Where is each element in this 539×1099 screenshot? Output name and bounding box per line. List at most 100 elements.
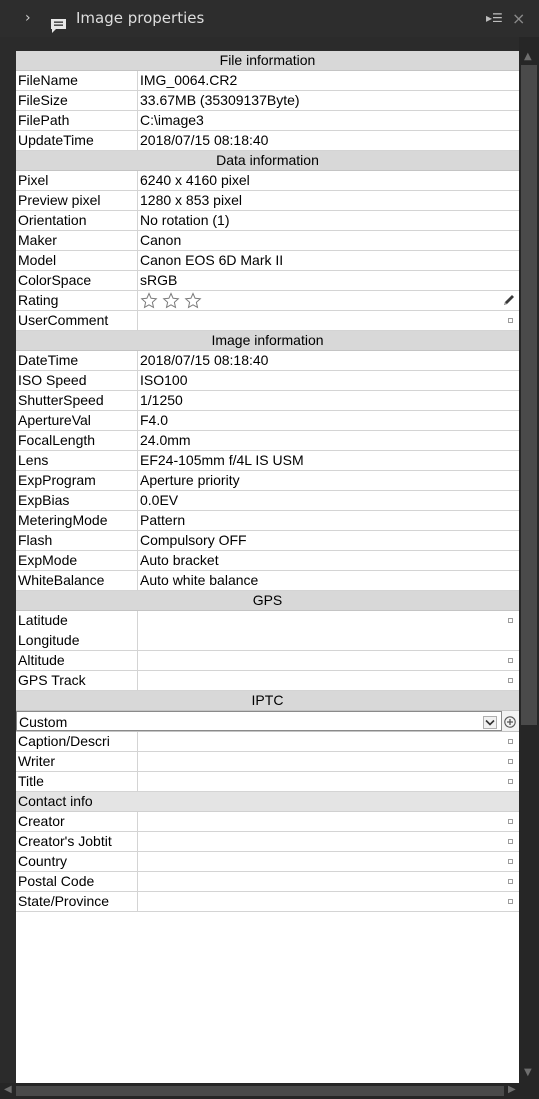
- property-label: Model: [18, 252, 57, 268]
- contact-info-heading[interactable]: Contact info: [16, 792, 519, 812]
- rating-stars[interactable]: [140, 292, 206, 310]
- property-label: ColorSpace: [18, 272, 92, 288]
- iptc-field-value[interactable]: [137, 732, 519, 751]
- property-label: ShutterSpeed: [18, 392, 104, 408]
- edit-field-icon[interactable]: [508, 899, 513, 904]
- section-file-information[interactable]: File information: [16, 51, 519, 71]
- property-label: ExpProgram: [18, 472, 96, 488]
- property-value: 33.67MB (35309137Byte): [137, 91, 519, 110]
- iptc-field-row: Postal Code: [16, 872, 519, 892]
- property-label: Maker: [18, 232, 57, 248]
- chevron-right-icon[interactable]: ›: [25, 0, 31, 37]
- iptc-field-value[interactable]: [137, 892, 519, 911]
- property-value: 2018/07/15 08:18:40: [137, 131, 519, 150]
- scroll-up-icon[interactable]: ▲: [524, 51, 532, 62]
- property-value: 1280 x 853 pixel: [137, 191, 519, 210]
- speech-bubble-icon: [50, 11, 67, 48]
- property-value: Compulsory OFF: [137, 531, 519, 550]
- property-value: 2018/07/15 08:18:40: [137, 351, 519, 370]
- iptc-field-value[interactable]: [137, 872, 519, 891]
- property-value: 1/1250: [137, 391, 519, 410]
- property-row: WhiteBalance Auto white balance: [16, 571, 519, 591]
- altitude-field[interactable]: [137, 651, 519, 670]
- panel-titlebar: › Image properties ▸☰ ×: [0, 0, 539, 37]
- scroll-right-icon[interactable]: ▶: [508, 1084, 516, 1095]
- property-row: ExpProgram Aperture priority: [16, 471, 519, 491]
- iptc-field-label: State/Province: [18, 893, 110, 909]
- scroll-left-icon[interactable]: ◀: [4, 1084, 12, 1095]
- property-value: Auto bracket: [137, 551, 519, 570]
- property-value: 24.0mm: [137, 431, 519, 450]
- iptc-field-value[interactable]: [137, 812, 519, 831]
- section-data-information[interactable]: Data information: [16, 151, 519, 171]
- iptc-field-value[interactable]: [137, 752, 519, 771]
- property-row: ISO Speed ISO100: [16, 371, 519, 391]
- iptc-field-value[interactable]: [137, 772, 519, 791]
- property-label: FilePath: [18, 112, 70, 128]
- horizontal-scroll-thumb[interactable]: [16, 1086, 504, 1096]
- property-row: ExpBias 0.0EV: [16, 491, 519, 511]
- altitude-row: Altitude: [16, 651, 519, 671]
- section-iptc[interactable]: IPTC: [16, 691, 519, 711]
- iptc-field-label: Title: [18, 773, 44, 789]
- gps-coordinates-row: Latitude Longitude: [16, 611, 519, 651]
- horizontal-scrollbar[interactable]: ◀ ▶: [0, 1083, 519, 1099]
- property-value: C:\image3: [137, 111, 519, 130]
- property-row: ExpMode Auto bracket: [16, 551, 519, 571]
- iptc-field-row: Caption/Descri: [16, 732, 519, 752]
- iptc-field-label: Postal Code: [18, 873, 95, 889]
- iptc-preset-row: Custom: [16, 711, 519, 732]
- iptc-preset-select[interactable]: Custom: [16, 711, 502, 731]
- edit-field-icon[interactable]: [508, 618, 513, 623]
- edit-field-icon[interactable]: [508, 879, 513, 884]
- property-value: Pattern: [137, 511, 519, 530]
- vertical-scrollbar[interactable]: ▲ ▼: [519, 37, 539, 1099]
- panel-options-icon[interactable]: ▸☰: [486, 0, 503, 37]
- iptc-field-row: Writer: [16, 752, 519, 772]
- property-value: Auto white balance: [137, 571, 519, 590]
- iptc-field-value[interactable]: [137, 852, 519, 871]
- edit-field-icon[interactable]: [508, 678, 513, 683]
- property-row: ApertureVal F4.0: [16, 411, 519, 431]
- property-row: ShutterSpeed 1/1250: [16, 391, 519, 411]
- property-label: Orientation: [18, 212, 87, 228]
- coordinates-field[interactable]: [137, 611, 519, 650]
- edit-field-icon[interactable]: [508, 739, 513, 744]
- edit-field-icon[interactable]: [508, 759, 513, 764]
- property-label: Lens: [18, 452, 49, 468]
- property-row: Pixel 6240 x 4160 pixel: [16, 171, 519, 191]
- property-label: FileSize: [18, 92, 68, 108]
- property-value: sRGB: [137, 271, 519, 290]
- edit-field-icon[interactable]: [508, 658, 513, 663]
- pencil-icon[interactable]: [502, 293, 516, 310]
- iptc-field-label: Country: [18, 853, 68, 869]
- chevron-down-icon[interactable]: [483, 714, 497, 734]
- vertical-scroll-thumb[interactable]: [521, 65, 537, 725]
- edit-field-icon[interactable]: [508, 779, 513, 784]
- section-gps[interactable]: GPS: [16, 591, 519, 611]
- edit-field-icon[interactable]: [508, 839, 513, 844]
- iptc-field-label: Creator's Jobtit: [18, 833, 112, 849]
- property-row: Preview pixel 1280 x 853 pixel: [16, 191, 519, 211]
- iptc-field-row: Country: [16, 852, 519, 872]
- section-image-information[interactable]: Image information: [16, 331, 519, 351]
- scroll-down-icon[interactable]: ▼: [524, 1067, 532, 1078]
- iptc-field-label: Creator: [18, 813, 65, 829]
- settings-icon[interactable]: [503, 714, 517, 734]
- property-label: ISO Speed: [18, 372, 87, 388]
- edit-field-icon[interactable]: [508, 318, 513, 323]
- edit-field-icon[interactable]: [508, 819, 513, 824]
- iptc-field-label: Caption/Descri: [18, 733, 110, 749]
- property-value: IMG_0064.CR2: [137, 71, 519, 90]
- property-label: MeteringMode: [18, 512, 108, 528]
- property-value: EF24-105mm f/4L IS USM: [137, 451, 519, 470]
- user-comment-field[interactable]: [137, 311, 519, 330]
- edit-field-icon[interactable]: [508, 859, 513, 864]
- iptc-field-value[interactable]: [137, 832, 519, 851]
- property-value: 0.0EV: [137, 491, 519, 510]
- panel-title: Image properties: [76, 9, 205, 27]
- close-icon[interactable]: ×: [512, 0, 525, 37]
- property-label: Rating: [18, 292, 59, 308]
- property-value: F4.0: [137, 411, 519, 430]
- gps-track-field[interactable]: [137, 671, 519, 690]
